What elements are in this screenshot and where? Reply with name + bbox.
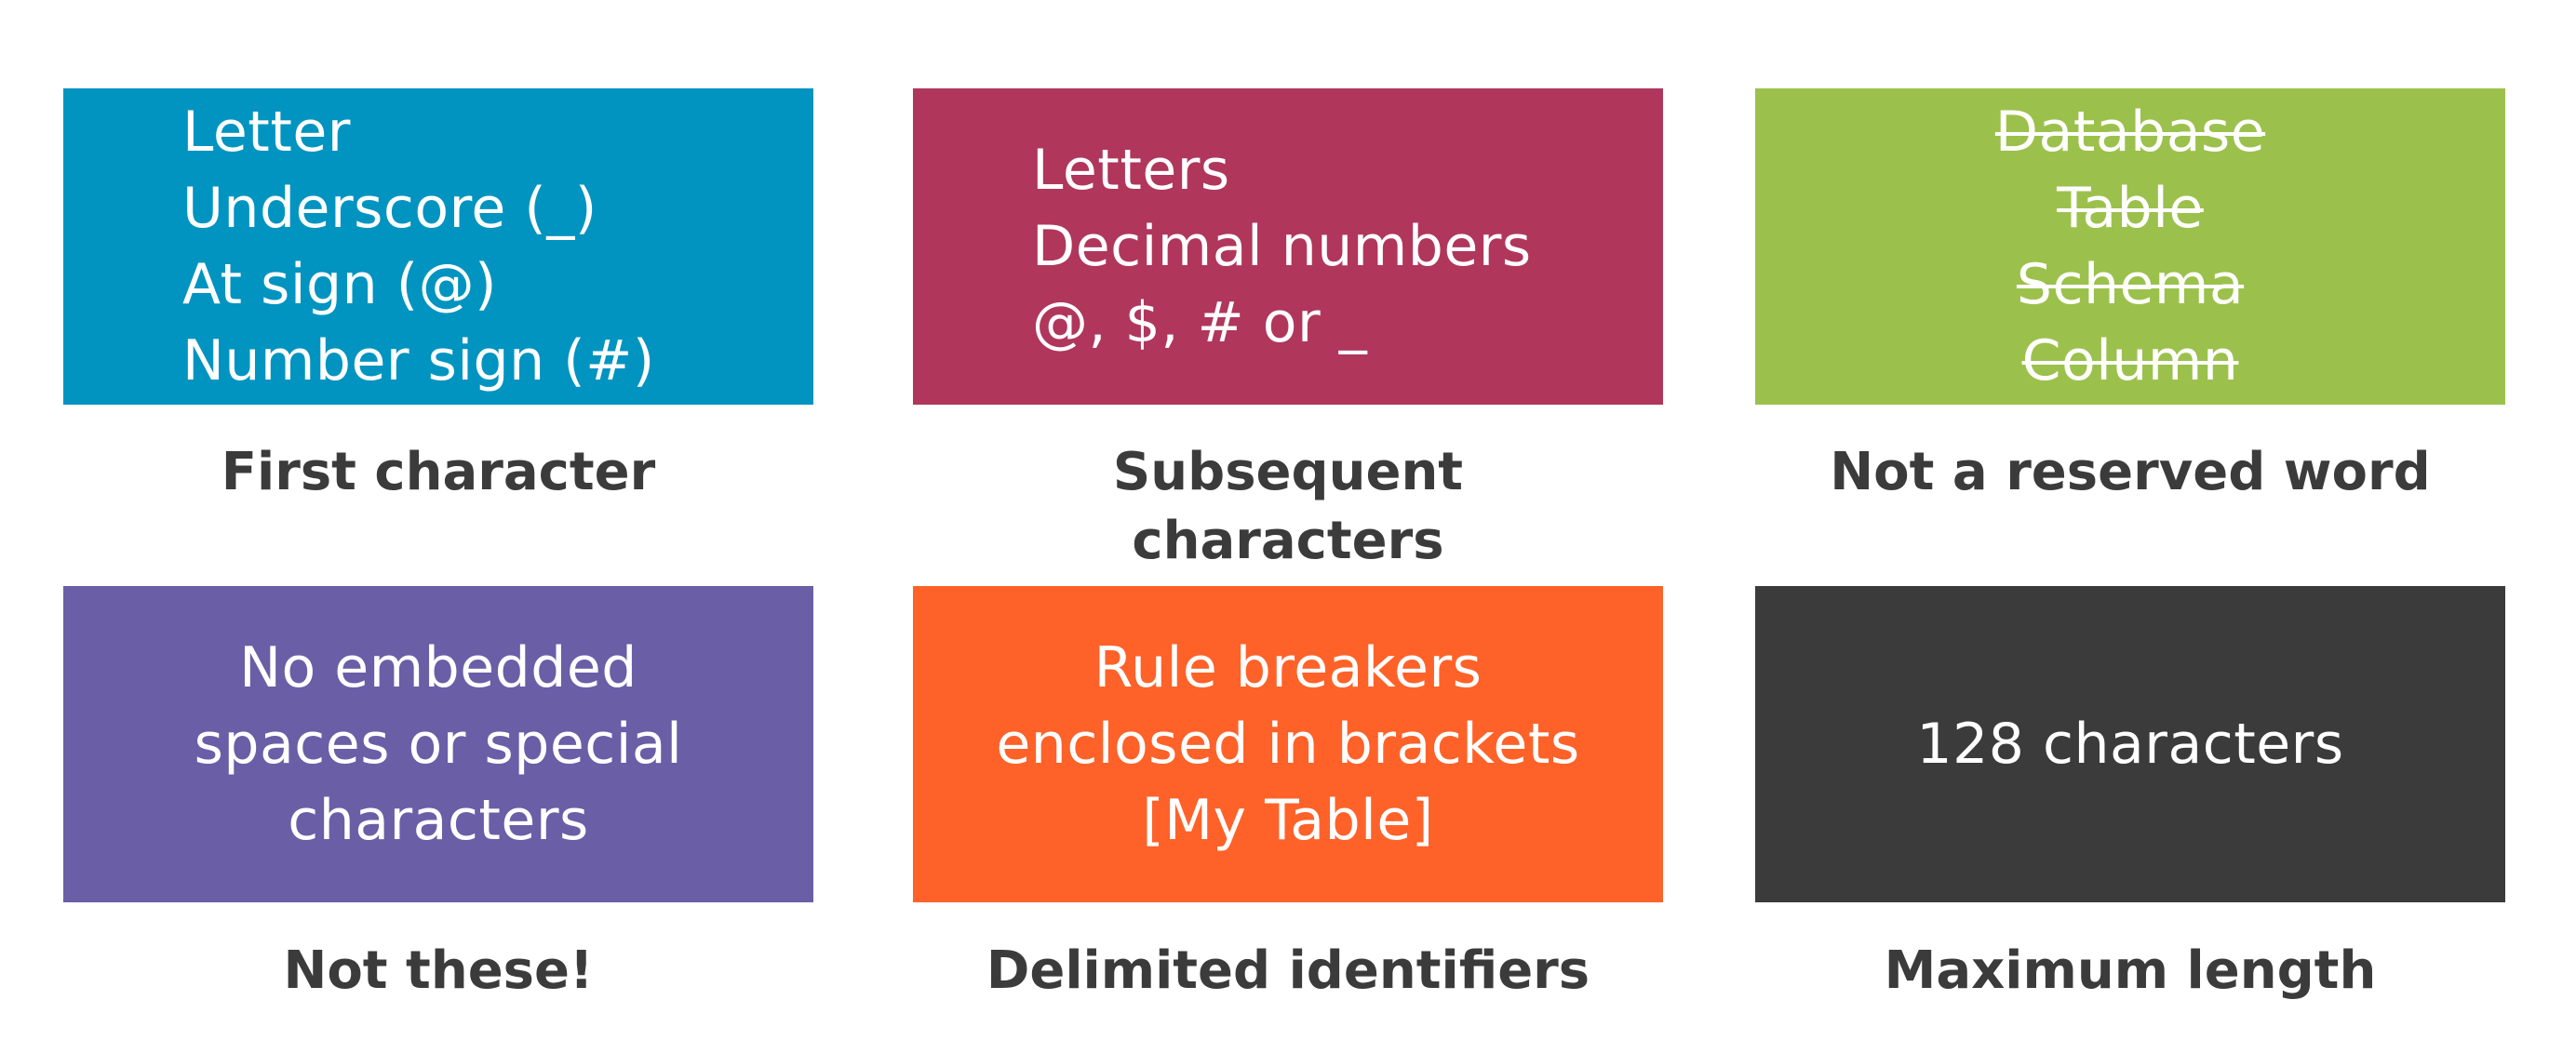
reserved-word-caption: Not a reserved word (1830, 442, 2431, 502)
delimited-identifiers-card: Rule breakers enclosed in brackets [My T… (913, 586, 1663, 902)
card-line-struck: Database (1994, 100, 2266, 165)
card-line: Rule breakers (1093, 635, 1483, 700)
card-line-struck: Table (2057, 176, 2204, 241)
maximum-length-card: 128 characters (1755, 586, 2505, 902)
card-line: enclosed in brackets (996, 712, 1580, 777)
caption-line: characters (1132, 511, 1444, 571)
maximum-length-caption: Maximum length (1884, 940, 2377, 1001)
card-line: Number sign (#) (182, 328, 655, 393)
card-line: Letters (1032, 138, 1230, 203)
card-line: No embedded (239, 635, 637, 700)
caption-line: Subsequent (1112, 442, 1464, 502)
card-line-struck: Column (2021, 328, 2239, 393)
subsequent-characters-card: Letters Decimal numbers @, $, # or _ (913, 88, 1663, 405)
identifier-rules-slide: Letter Underscore (_) At sign (@) Number… (0, 0, 2576, 1040)
card-line: At sign (@) (182, 252, 498, 317)
card-line: Underscore (_) (182, 176, 597, 241)
card-line: Decimal numbers (1032, 214, 1532, 279)
delimited-identifiers-caption: Delimited identifiers (986, 940, 1590, 1001)
card-line: Letter (182, 100, 351, 165)
reserved-word-card: Database Table Schema Column (1755, 88, 2505, 405)
card-line: @, $, # or _ (1032, 290, 1368, 355)
card-line: [My Table] (1142, 788, 1434, 853)
subsequent-characters-caption: Subsequent characters (913, 438, 1663, 576)
not-these-caption: Not these! (283, 940, 594, 1001)
card-line: 128 characters (1916, 712, 2344, 777)
first-character-card: Letter Underscore (_) At sign (@) Number… (63, 88, 813, 405)
no-special-characters-card: No embedded spaces or special characters (63, 586, 813, 902)
card-line-struck: Schema (2016, 252, 2245, 317)
card-line: spaces or special (194, 712, 683, 777)
card-line: characters (288, 788, 589, 853)
first-character-caption: First character (221, 442, 656, 502)
